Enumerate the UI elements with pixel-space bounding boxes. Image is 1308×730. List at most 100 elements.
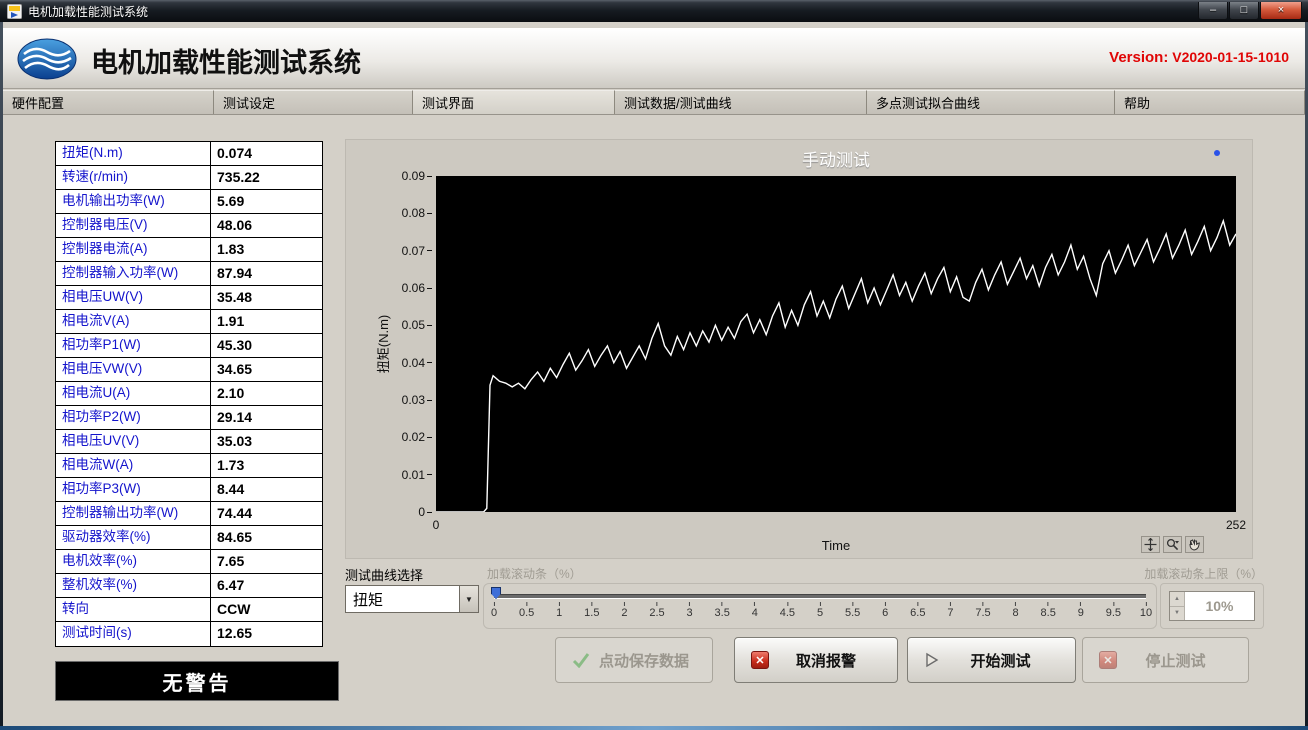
measurement-value: 6.47 (211, 574, 322, 597)
slider-tick: 0 (491, 602, 497, 619)
play-icon (924, 652, 940, 668)
y-tick: 0.09 (402, 168, 432, 184)
measurement-value: 35.48 (211, 286, 322, 309)
cancel-alarm-button[interactable]: ✕ 取消报警 (734, 637, 898, 683)
table-row: 整机效率(%)6.47 (56, 574, 322, 598)
slider-tick: 2 (621, 602, 627, 619)
measurement-value: CCW (211, 598, 322, 621)
tab-2[interactable]: 测试设定 (214, 90, 413, 114)
main-area: 扭矩(N.m)0.074转速(r/min)735.22电机输出功率(W)5.69… (3, 115, 1305, 726)
measurement-label: 控制器电压(V) (56, 214, 211, 237)
curve-select-dropdown[interactable]: 扭矩 ▼ (345, 585, 479, 613)
slider-tick: 3.5 (715, 602, 730, 619)
y-tick: 0.03 (402, 392, 432, 408)
slider-tick: 2.5 (649, 602, 664, 619)
measurement-label: 相电流V(A) (56, 310, 211, 333)
table-row: 控制器输入功率(W)87.94 (56, 262, 322, 286)
start-test-button[interactable]: 开始测试 (907, 637, 1076, 683)
tab-bar: 硬件配置 测试设定 测试界面测试数据/测试曲线 多点测试拟合曲线 帮助 (3, 90, 1305, 115)
measurement-value: 87.94 (211, 262, 322, 285)
y-tick: 0.06 (402, 280, 432, 296)
slider-tick: 10 (1140, 602, 1152, 619)
measurement-value: 35.03 (211, 430, 322, 453)
spin-down-icon[interactable]: ▼ (1170, 607, 1184, 621)
tab-6[interactable]: 帮助 (1115, 90, 1305, 114)
load-limit-value: 10% (1185, 592, 1254, 620)
close-button[interactable]: × (1260, 2, 1302, 20)
y-tick: 0.01 (402, 467, 432, 483)
window-bottom-border (0, 726, 1308, 730)
y-tick: 0.07 (402, 243, 432, 259)
window-controls: – □ × (1198, 2, 1302, 20)
y-tick: 0.04 (402, 355, 432, 371)
measurement-value: 74.44 (211, 502, 322, 525)
measurement-table: 扭矩(N.m)0.074转速(r/min)735.22电机输出功率(W)5.69… (55, 141, 323, 647)
table-row: 电机输出功率(W)5.69 (56, 190, 322, 214)
spin-up-icon[interactable]: ▲ (1170, 592, 1184, 607)
minimize-button[interactable]: – (1198, 2, 1228, 20)
load-limit-control: ▲ ▼ 10% (1160, 583, 1264, 629)
tab-3[interactable]: 测试界面 (413, 90, 615, 114)
slider-tick: 6.5 (910, 602, 925, 619)
tab-1[interactable]: 硬件配置 (3, 90, 214, 114)
app-icon (7, 4, 22, 19)
tab-label: 多点测试拟合曲线 (876, 93, 980, 112)
table-row: 转速(r/min)735.22 (56, 166, 322, 190)
load-limit-spinbox[interactable]: ▲ ▼ 10% (1169, 591, 1255, 621)
red-x-icon: ✕ (751, 651, 769, 669)
button-label: 开始测试 (940, 650, 1061, 671)
zoom-magnifier-icon[interactable] (1163, 536, 1182, 553)
measurement-label: 转向 (56, 598, 211, 621)
measurement-label: 相电压UV(V) (56, 430, 211, 453)
load-slider: 00.511.522.533.544.555.566.577.588.599.5… (483, 583, 1157, 629)
x-axis-ticks: 0252 (436, 518, 1236, 532)
measurement-value: 1.73 (211, 454, 322, 477)
slider-track[interactable] (494, 594, 1146, 599)
move-crosshair-icon[interactable] (1141, 536, 1160, 553)
slider-tick: 6 (882, 602, 888, 619)
measurement-value: 45.30 (211, 334, 322, 357)
chevron-down-icon[interactable]: ▼ (459, 586, 478, 612)
pan-hand-icon[interactable] (1185, 536, 1204, 553)
measurement-label: 驱动器效率(%) (56, 526, 211, 549)
measurement-label: 测试时间(s) (56, 622, 211, 646)
y-tick: 0.08 (402, 205, 432, 221)
measurement-value: 48.06 (211, 214, 322, 237)
measurement-value: 7.65 (211, 550, 322, 573)
jog-save-data-button[interactable]: 点动保存数据 (555, 637, 713, 683)
y-tick: 0.02 (402, 429, 432, 445)
maximize-button[interactable]: □ (1229, 2, 1259, 20)
slider-thumb[interactable] (491, 587, 501, 599)
app-logo (17, 38, 77, 80)
measurement-value: 84.65 (211, 526, 322, 549)
table-row: 电机效率(%)7.65 (56, 550, 322, 574)
measurement-label: 相功率P3(W) (56, 478, 211, 501)
version-label: Version: (1109, 49, 1168, 66)
tab-label: 硬件配置 (12, 93, 64, 112)
tab-5[interactable]: 多点测试拟合曲线 (867, 90, 1115, 114)
table-row: 相功率P2(W)29.14 (56, 406, 322, 430)
measurement-label: 扭矩(N.m) (56, 142, 211, 165)
tab-label: 帮助 (1124, 93, 1150, 112)
measurement-label: 相电压VW(V) (56, 358, 211, 381)
chart-title: 手动测试 (436, 146, 1236, 171)
measurement-value: 8.44 (211, 478, 322, 501)
measurement-label: 电机输出功率(W) (56, 190, 211, 213)
page-title: 电机加载性能测试系统 (91, 41, 361, 80)
version-value: V2020-01-15-1010 (1172, 49, 1289, 65)
slider-tick: 9.5 (1106, 602, 1121, 619)
slider-tick: 5.5 (845, 602, 860, 619)
measurement-label: 整机效率(%) (56, 574, 211, 597)
measurement-label: 相功率P1(W) (56, 334, 211, 357)
torque-curve (436, 221, 1236, 512)
spin-arrows: ▲ ▼ (1170, 592, 1185, 620)
plot-legend-dot (1214, 150, 1220, 156)
tab-4[interactable]: 测试数据/测试曲线 (615, 90, 867, 114)
tab-label: 测试设定 (223, 93, 275, 112)
tab-label: 测试数据/测试曲线 (624, 93, 732, 112)
slider-tick: 5 (817, 602, 823, 619)
table-row: 转向CCW (56, 598, 322, 622)
stop-test-button[interactable]: ✕ 停止测试 (1082, 637, 1249, 683)
measurement-label: 相电流W(A) (56, 454, 211, 477)
slider-tick: 8.5 (1041, 602, 1056, 619)
